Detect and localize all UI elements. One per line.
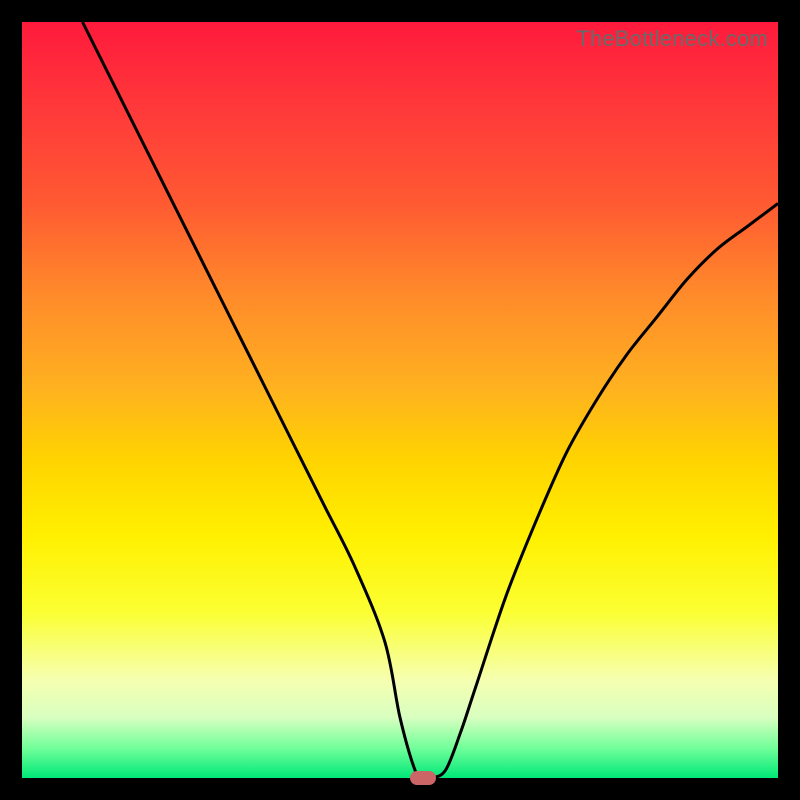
watermark-text: TheBottleneck.com: [576, 26, 768, 52]
plot-area: TheBottleneck.com: [22, 22, 778, 778]
optimal-point-marker: [410, 771, 436, 785]
chart-svg: [22, 22, 778, 778]
bottleneck-curve: [82, 22, 778, 778]
chart-frame: TheBottleneck.com: [0, 0, 800, 800]
